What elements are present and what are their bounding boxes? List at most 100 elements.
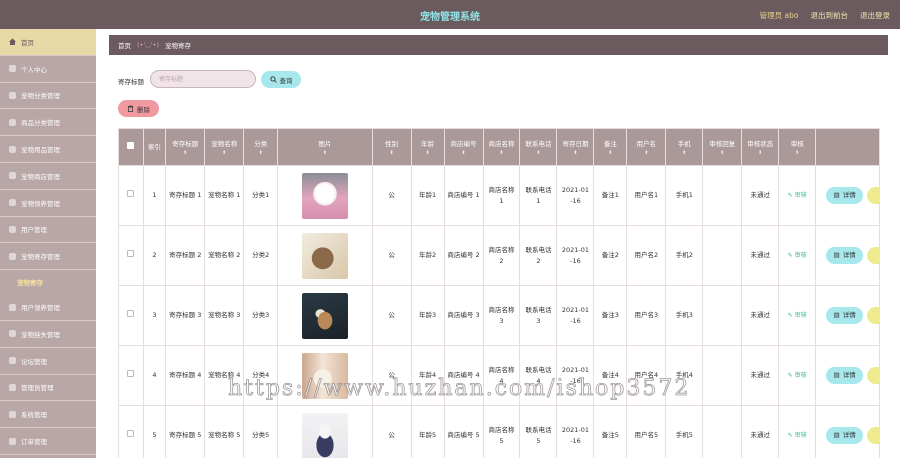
query-button[interactable]: 查询 bbox=[261, 71, 301, 88]
sidebar-item-pet-shop[interactable]: 宠物商店管理 bbox=[0, 163, 96, 190]
data-table: 索引 寄存标题 ⬍ 宠物名称 ⬍ 分类 ⬍ 图片 ⬍ 性别 ⬍ 年龄 ⬍ 商店编号 ⬍ 商店名… bbox=[118, 128, 880, 458]
sidebar-item-user-adoption[interactable]: 用户领养管理 bbox=[0, 294, 96, 321]
row-checkbox[interactable] bbox=[127, 370, 135, 377]
edit-button[interactable] bbox=[867, 186, 880, 204]
column-header[interactable]: 用户名 ⬍ bbox=[626, 128, 667, 166]
audit-link[interactable]: ✎ 审核 bbox=[778, 165, 817, 226]
cell-category: 分类5 bbox=[243, 405, 279, 458]
document-icon: ▤ bbox=[833, 371, 840, 380]
cell-remark: 备注2 bbox=[593, 225, 628, 286]
sidebar-item-system[interactable]: 系统管理 bbox=[0, 401, 96, 429]
frontend-link[interactable]: 退出到前台 bbox=[811, 10, 849, 21]
sidebar-item-label: 论坛管理 bbox=[21, 357, 47, 366]
select-all-checkbox[interactable] bbox=[127, 141, 135, 149]
cell-actions: ▤ 详情 bbox=[815, 225, 880, 286]
detail-button[interactable]: ▤ 详情 bbox=[826, 187, 864, 205]
audit-link[interactable]: ✎ 审核 bbox=[778, 345, 817, 406]
sidebar-item-pet-lost[interactable]: 宠物挂失管理 bbox=[0, 321, 96, 348]
column-header[interactable]: 审核状态 ⬍ bbox=[741, 128, 780, 166]
cell-date: 2021-01 -16 bbox=[556, 285, 595, 346]
row-checkbox[interactable] bbox=[127, 190, 135, 197]
column-header[interactable]: 图片 ⬍ bbox=[277, 128, 373, 166]
pet-image-puppy bbox=[301, 292, 348, 339]
sidebar-item-pet-supplies[interactable]: 宠物用品管理 bbox=[0, 136, 96, 163]
sidebar-item-pet-boarding[interactable]: 宠物寄存管理 bbox=[0, 243, 96, 271]
column-header[interactable]: 商店编号 ⬍ bbox=[443, 128, 484, 166]
cell-index: 1 bbox=[142, 165, 167, 226]
cell-phone: 联系电话 5 bbox=[519, 405, 558, 458]
column-header[interactable]: 商店名称 ⬍ bbox=[482, 128, 521, 166]
row-checkbox[interactable] bbox=[127, 430, 135, 437]
sidebar-item-label: 用户领养管理 bbox=[21, 304, 60, 313]
cell-gender: 公 bbox=[371, 225, 412, 286]
cell-mobile: 手机2 bbox=[665, 225, 704, 286]
column-header[interactable]: 年龄 ⬍ bbox=[410, 128, 445, 166]
cell-age: 年龄3 bbox=[410, 285, 445, 346]
sidebar-item-goods-category[interactable]: 商品分类管理 bbox=[0, 109, 96, 137]
cell-category: 分类1 bbox=[243, 165, 279, 226]
sidebar-item-pet-category[interactable]: 宠物分类管理 bbox=[0, 83, 96, 110]
cell-pet-name: 宠物名称 3 bbox=[204, 285, 245, 346]
sidebar-item-label: 系统管理 bbox=[21, 411, 47, 420]
cell-shop-name: 商店名称 3 bbox=[482, 285, 521, 346]
edit-button[interactable] bbox=[867, 306, 880, 324]
edit-button[interactable] bbox=[867, 426, 880, 444]
row-checkbox[interactable] bbox=[127, 250, 135, 257]
column-header[interactable]: 寄存日期 ⬍ bbox=[556, 128, 595, 166]
column-header[interactable]: 分类 ⬍ bbox=[243, 128, 279, 166]
top-bar: 宠物管理系统 管理员 abo 退出到前台 退出登录 bbox=[0, 0, 900, 29]
search-input[interactable] bbox=[150, 70, 256, 88]
cell-title: 寄存标题 4 bbox=[165, 345, 206, 406]
sidebar-item-admin[interactable]: 管理员管理 bbox=[0, 375, 96, 402]
detail-button[interactable]: ▤ 详情 bbox=[826, 427, 864, 445]
sidebar-item-users[interactable]: 用户管理 bbox=[0, 217, 96, 244]
audit-link[interactable]: ✎ 审核 bbox=[778, 285, 817, 346]
pet-image-tabby-cat bbox=[301, 232, 348, 279]
cell-actions: ▤ 详情 bbox=[815, 405, 880, 458]
audit-link[interactable]: ✎ 审核 bbox=[778, 225, 817, 286]
sidebar-item-pet-adoption[interactable]: 宠物领养管理 bbox=[0, 190, 96, 217]
sidebar-item-label: 管理员管理 bbox=[21, 384, 54, 393]
cell-mobile: 手机1 bbox=[665, 165, 704, 226]
sidebar-item-home[interactable]: 首页 bbox=[0, 29, 96, 56]
detail-button[interactable]: ▤ 详情 bbox=[826, 247, 864, 265]
sidebar-item-forum[interactable]: 论坛管理 bbox=[0, 348, 96, 375]
column-header[interactable]: 手机 ⬍ bbox=[665, 128, 704, 166]
audit-link[interactable]: ✎ 审核 bbox=[778, 405, 817, 458]
detail-button[interactable]: ▤ 详情 bbox=[826, 307, 864, 325]
column-header[interactable]: 审核回复 ⬍ bbox=[702, 128, 743, 166]
logout-link[interactable]: 退出登录 bbox=[860, 10, 890, 21]
cell-status: 未通过 bbox=[741, 345, 780, 406]
cell-image bbox=[277, 165, 373, 226]
delete-button[interactable]: 删除 bbox=[118, 100, 159, 117]
edit-button[interactable] bbox=[867, 366, 880, 384]
select-all-cell bbox=[118, 128, 144, 166]
column-header[interactable]: 宠物名称 ⬍ bbox=[204, 128, 245, 166]
column-header[interactable]: 联系电话 ⬍ bbox=[519, 128, 558, 166]
menu-icon bbox=[9, 172, 16, 180]
cell-remark: 备注4 bbox=[593, 345, 628, 406]
sort-icon: ⬍ bbox=[720, 149, 725, 156]
cell-index: 5 bbox=[142, 405, 167, 458]
column-header[interactable]: 寄存标题 ⬍ bbox=[165, 128, 206, 166]
cell-username: 用户名5 bbox=[626, 405, 667, 458]
sidebar-subitem-boarding[interactable]: 宠物寄存 bbox=[0, 270, 96, 294]
cell-phone: 联系电话 4 bbox=[519, 345, 558, 406]
menu-icon bbox=[9, 437, 16, 445]
column-header[interactable]: 备注 ⬍ bbox=[593, 128, 628, 166]
data-table-container: 索引 寄存标题 ⬍ 宠物名称 ⬍ 分类 ⬍ 图片 ⬍ 性别 ⬍ 年龄 ⬍ 商店编号 ⬍ 商店名… bbox=[118, 128, 880, 458]
cell-age: 年龄4 bbox=[410, 345, 445, 406]
detail-button[interactable]: ▤ 详情 bbox=[826, 367, 864, 385]
row-checkbox[interactable] bbox=[127, 310, 135, 317]
column-header[interactable]: 审核 ⬍ bbox=[778, 128, 817, 166]
column-header[interactable]: 性别 ⬍ bbox=[371, 128, 412, 166]
breadcrumb-home[interactable]: 首页 bbox=[118, 40, 131, 50]
edit-button[interactable] bbox=[867, 246, 880, 264]
cell-reply bbox=[702, 405, 743, 458]
cell-gender: 公 bbox=[371, 285, 412, 346]
menu-icon bbox=[9, 252, 16, 260]
sidebar-item-profile[interactable]: 个人中心 bbox=[0, 56, 96, 83]
cell-mobile: 手机4 bbox=[665, 345, 704, 406]
sort-icon: ⬍ bbox=[183, 149, 188, 156]
sidebar-item-orders[interactable]: 订单管理 bbox=[0, 428, 96, 455]
